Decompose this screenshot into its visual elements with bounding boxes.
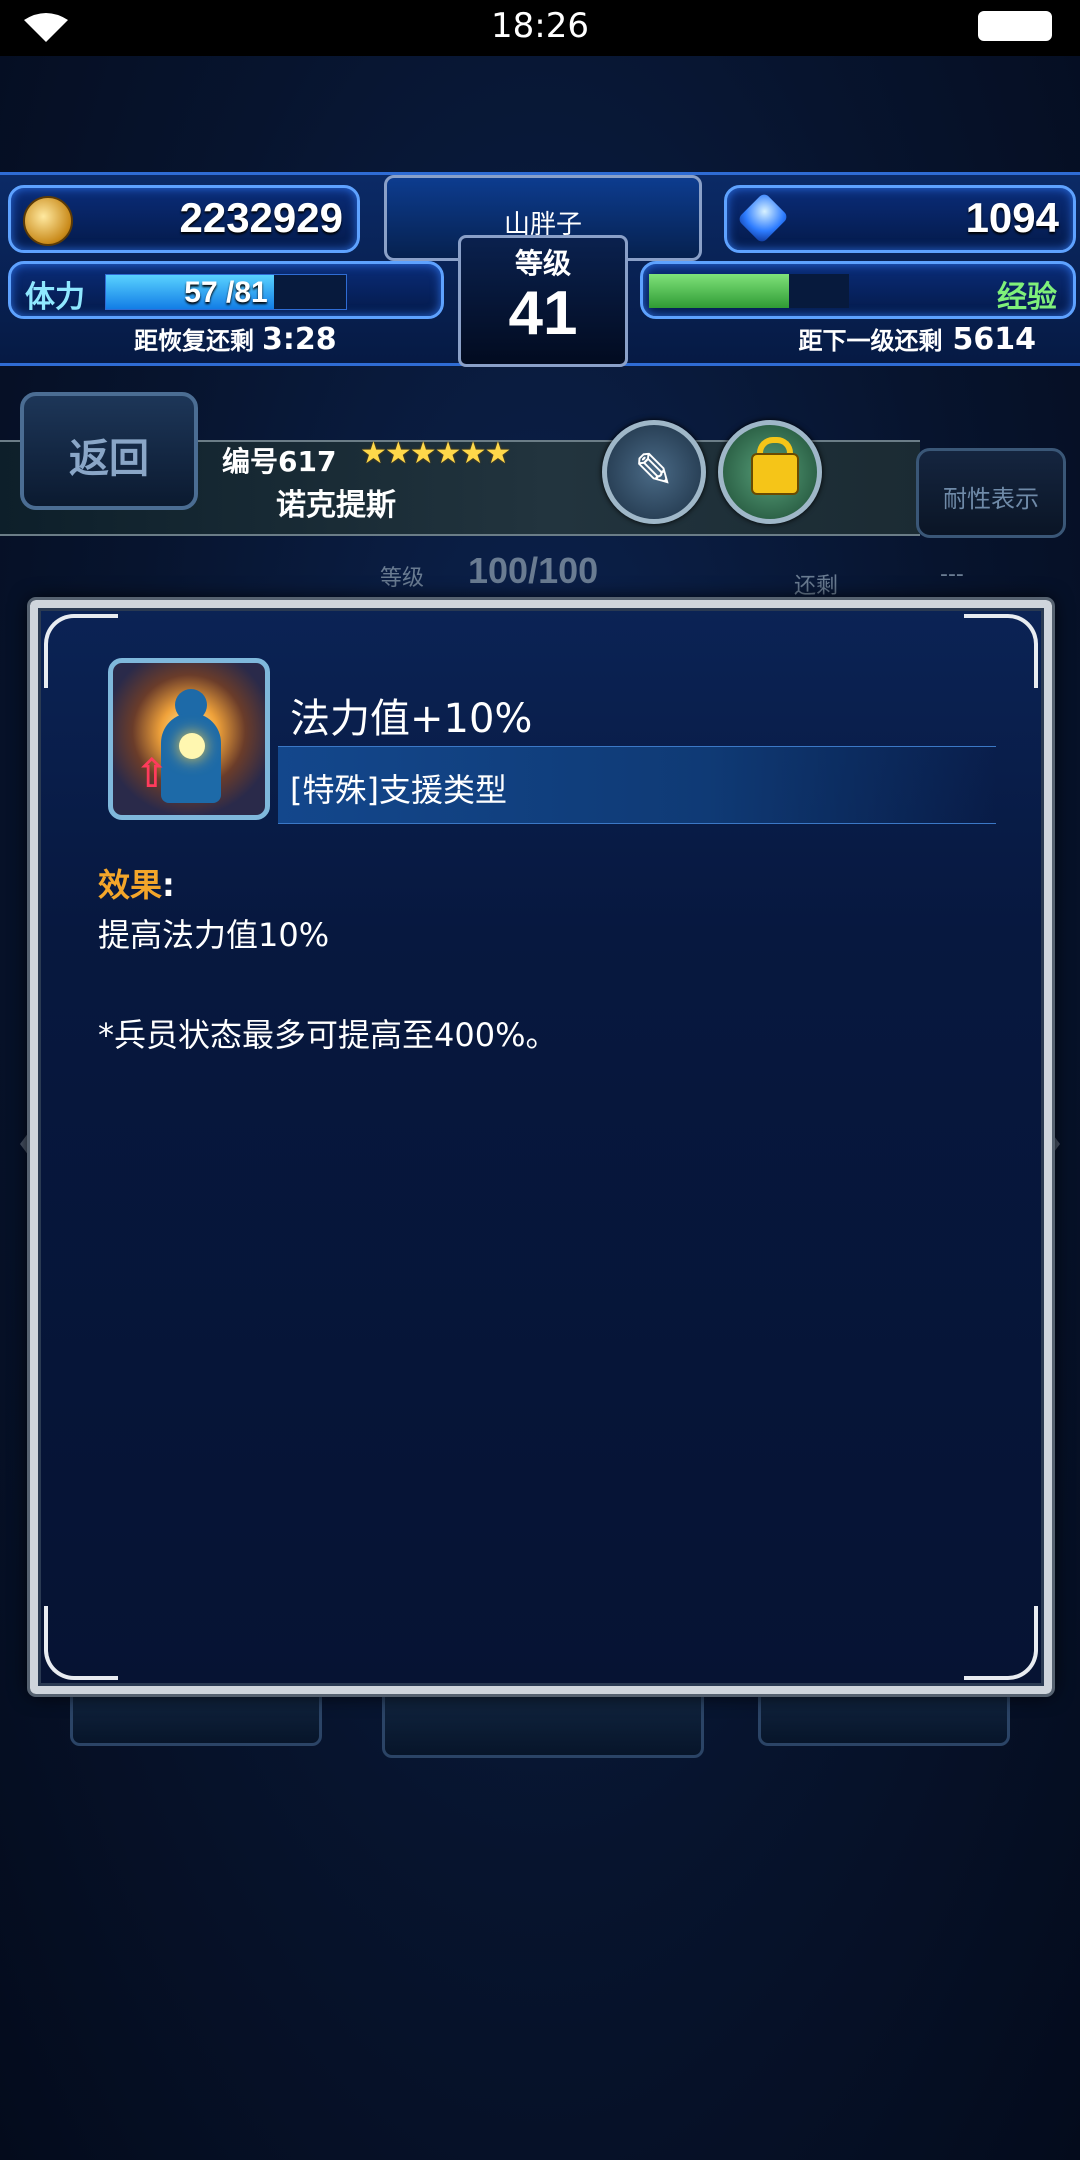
ability-type-band: [特殊]支援类型 bbox=[278, 746, 996, 824]
status-time: 18:26 bbox=[491, 6, 589, 46]
character-number: 编号617 bbox=[222, 445, 337, 478]
gem-panel[interactable]: 1094 bbox=[724, 185, 1076, 253]
gil-coin-icon bbox=[23, 196, 73, 246]
status-bar: 18:26 bbox=[0, 0, 1080, 56]
back-button[interactable]: 返回 bbox=[20, 392, 198, 510]
effect-heading: 效果: bbox=[98, 860, 175, 906]
effect-colon: : bbox=[162, 866, 175, 904]
battery-icon bbox=[978, 11, 1052, 41]
mp-boost-ability-icon: ⇧ bbox=[108, 658, 270, 820]
unit-level-label: 等级 bbox=[380, 566, 425, 591]
stamina-label: 体力 bbox=[25, 280, 85, 315]
rank-label: 等级 bbox=[514, 247, 571, 280]
stamina-recover-row: 距恢复还剩 3:28 bbox=[134, 321, 337, 357]
ornament-corner bbox=[964, 614, 1038, 688]
glow-orb bbox=[179, 733, 205, 759]
stamina-bar: 57 /81 bbox=[105, 274, 347, 310]
quill-book-icon: ✎ bbox=[633, 443, 675, 499]
ability-title: 法力值+10% bbox=[290, 696, 533, 742]
next-level-row: 距下一级还剩 5614 bbox=[799, 321, 1037, 357]
exp-label: 经验 bbox=[997, 280, 1057, 315]
lapis-gem-icon bbox=[736, 191, 790, 245]
up-arrow-icon: ⇧ bbox=[135, 751, 169, 797]
rarity-stars: ★★★★★★ bbox=[360, 436, 511, 471]
profile-book-button[interactable]: ✎ bbox=[602, 420, 706, 524]
ability-type: [特殊]支援类型 bbox=[290, 771, 507, 809]
recover-label: 距恢复还剩 bbox=[134, 327, 254, 355]
effect-note: *兵员状态最多可提高至400%。 bbox=[98, 1016, 558, 1054]
exp-panel: 经验 bbox=[640, 261, 1076, 319]
next-level-exp: 5614 bbox=[952, 322, 1037, 357]
stamina-value: 57 /81 bbox=[184, 276, 268, 309]
next-level-label: 距下一级还剩 bbox=[798, 327, 943, 355]
gil-amount: 2232929 bbox=[179, 194, 343, 241]
effect-label: 效果 bbox=[98, 866, 163, 904]
resistance-button-label: 耐性表示 bbox=[943, 485, 1039, 513]
resistance-button[interactable]: 耐性表示 bbox=[916, 448, 1066, 538]
gem-amount: 1094 bbox=[965, 194, 1059, 241]
back-button-label: 返回 bbox=[69, 436, 149, 482]
player-hud: 2232929 1094 山胖子 等级 41 体力 57 /81 经验 距恢复还… bbox=[0, 172, 1080, 367]
effect-description: 提高法力值10% bbox=[98, 916, 330, 954]
unit-level-value: 100/100 bbox=[468, 550, 599, 591]
recover-time: 3:28 bbox=[262, 322, 337, 357]
ability-detail-modal[interactable]: ⇧ 法力值+10% [特殊]支援类型 效果: 提高法力值10% *兵员状态最多可… bbox=[27, 597, 1055, 1697]
lock-button[interactable] bbox=[718, 420, 822, 524]
unit-remain-label: 还剩 bbox=[794, 574, 839, 599]
rank-value: 41 bbox=[508, 279, 578, 348]
ornament-corner bbox=[964, 1606, 1038, 1680]
character-name: 诺克提斯 bbox=[276, 488, 396, 523]
lock-icon-body bbox=[751, 453, 799, 495]
unit-remain-value: --- bbox=[940, 562, 964, 587]
exp-bar-fill bbox=[649, 274, 789, 308]
ornament-corner bbox=[44, 614, 118, 688]
unit-level-row: 等级 100/100 还剩 --- bbox=[0, 548, 1080, 599]
exp-bar bbox=[649, 274, 849, 308]
stamina-panel: 体力 57 /81 bbox=[8, 261, 444, 319]
rank-box: 等级 41 bbox=[458, 235, 628, 367]
gil-panel: 2232929 bbox=[8, 185, 360, 253]
ornament-corner bbox=[44, 1606, 118, 1680]
